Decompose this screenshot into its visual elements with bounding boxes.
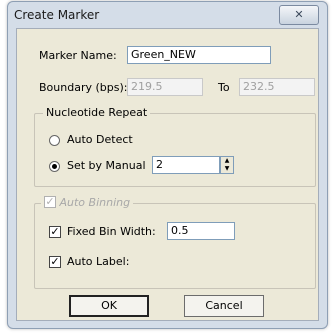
dialog-client-area: Marker Name: Green_NEW Boundary (bps): 2… xyxy=(16,28,319,321)
ok-button[interactable]: OK xyxy=(69,295,149,317)
to-label: To xyxy=(218,81,230,94)
boundary-to-field[interactable]: 232.5 xyxy=(239,78,315,96)
marker-name-label: Marker Name: xyxy=(39,49,117,62)
auto-label-label: Auto Label: xyxy=(67,255,130,268)
close-icon: ✕ xyxy=(294,8,304,21)
checkmark-icon: ✓ xyxy=(45,195,55,208)
checkmark-icon: ✓ xyxy=(50,225,60,238)
auto-binning-checkbox[interactable]: ✓ xyxy=(44,196,56,208)
set-manual-label: Set by Manual xyxy=(67,159,146,172)
close-button[interactable]: ✕ xyxy=(279,5,319,25)
repeat-spinner[interactable]: ▲ ▼ xyxy=(220,156,234,174)
checkmark-icon: ✓ xyxy=(50,255,60,268)
auto-binning-label: Auto Binning xyxy=(59,196,131,209)
boundary-label: Boundary (bps): xyxy=(39,81,128,94)
auto-binning-group: ✓ Auto Binning ✓ Fixed Bin Width: 0.5 ✓ … xyxy=(34,196,316,289)
spin-down-icon[interactable]: ▼ xyxy=(221,165,233,173)
auto-binning-legend: ✓ Auto Binning xyxy=(41,196,134,209)
spin-up-icon[interactable]: ▲ xyxy=(221,157,233,165)
manual-repeat-field[interactable]: 2 xyxy=(152,156,220,174)
cancel-button[interactable]: Cancel xyxy=(184,295,264,317)
nucleotide-repeat-legend: Nucleotide Repeat xyxy=(43,106,151,119)
fixed-bin-checkbox[interactable]: ✓ xyxy=(49,226,61,238)
nucleotide-repeat-group: Nucleotide Repeat Auto Detect Set by Man… xyxy=(34,106,316,187)
set-manual-radio[interactable] xyxy=(49,161,60,172)
fixed-bin-label: Fixed Bin Width: xyxy=(67,225,156,238)
create-marker-dialog: Create Marker ✕ Marker Name: Green_NEW B… xyxy=(7,1,328,329)
dialog-title: Create Marker xyxy=(14,8,100,22)
auto-detect-radio[interactable] xyxy=(49,135,60,146)
auto-detect-label: Auto Detect xyxy=(67,133,133,146)
boundary-from-field[interactable]: 219.5 xyxy=(127,78,203,96)
auto-label-checkbox[interactable]: ✓ xyxy=(49,256,61,268)
marker-name-field[interactable]: Green_NEW xyxy=(127,46,271,64)
fixed-bin-width-field[interactable]: 0.5 xyxy=(167,222,235,240)
